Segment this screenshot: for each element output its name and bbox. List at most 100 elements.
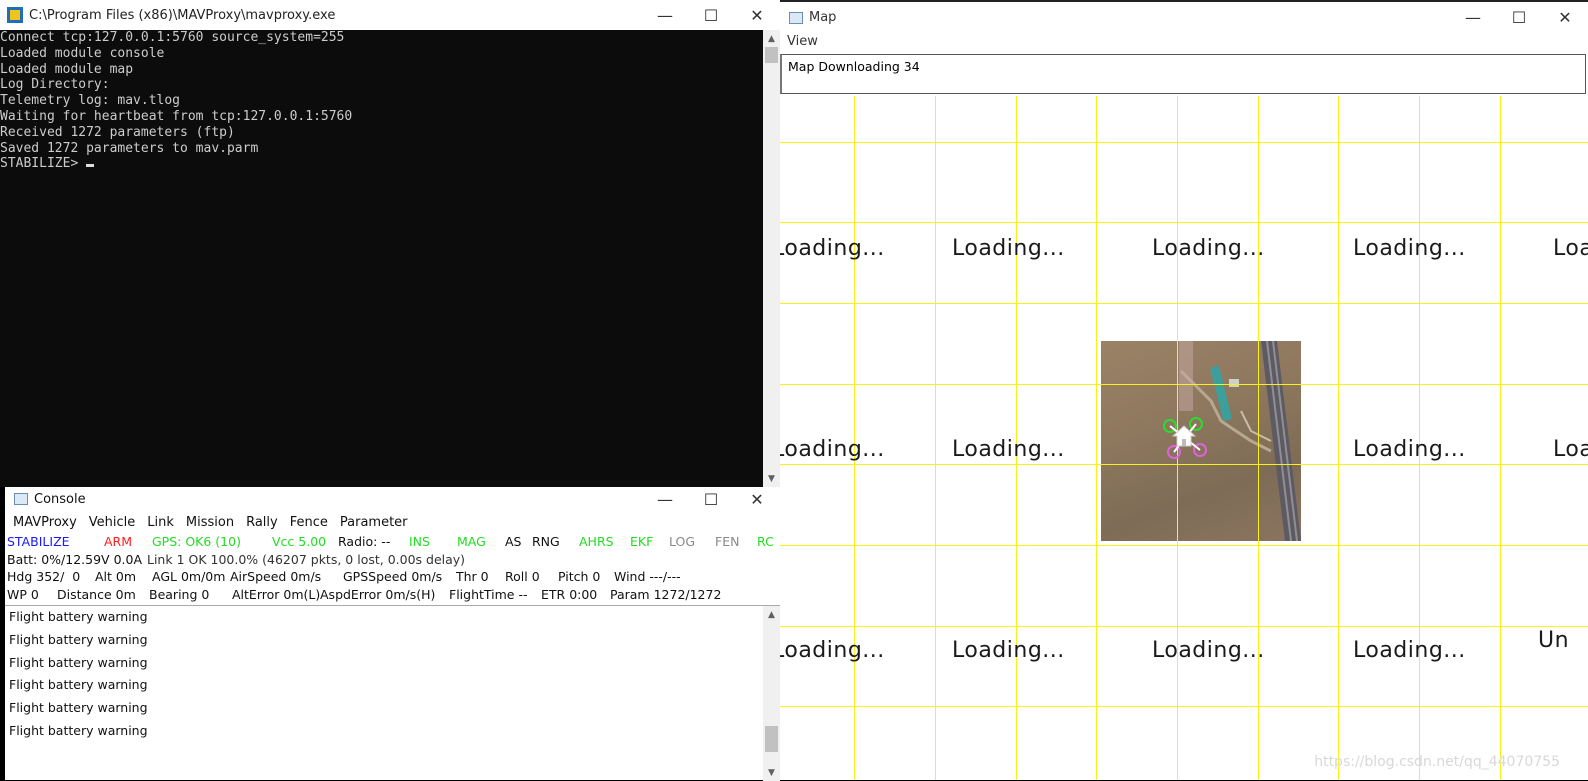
- log-message: Flight battery warning: [9, 654, 148, 670]
- status-field: Wind ---/---: [614, 569, 681, 585]
- status-field: RNG: [532, 534, 560, 549]
- menu-link[interactable]: Link: [147, 515, 174, 530]
- window-app-icon: [14, 493, 28, 505]
- map-window: Map — ☐ ✕ View Map Downloading 34 Loadin…: [780, 0, 1588, 780]
- message-log[interactable]: Flight battery warning Flight battery wa…: [5, 605, 780, 781]
- log-message: Flight battery warning: [9, 700, 148, 716]
- maximize-button[interactable]: ☐: [688, 487, 734, 511]
- menu-mission[interactable]: Mission: [186, 515, 234, 530]
- map-grid-line: [1096, 96, 1097, 780]
- vehicle-overlay[interactable]: [1160, 414, 1210, 464]
- close-button[interactable]: ✕: [1542, 3, 1588, 33]
- menu-vehicle[interactable]: Vehicle: [89, 515, 136, 530]
- map-titlebar[interactable]: Map — ☐ ✕: [780, 0, 1588, 33]
- minimize-button[interactable]: —: [642, 487, 688, 511]
- terminal-line: Loaded module map: [0, 61, 134, 77]
- map-grid-line: [780, 626, 1588, 627]
- scroll-thumb[interactable]: [765, 47, 778, 63]
- map-grid-line: [1338, 96, 1339, 780]
- map-grid-line: [780, 222, 1588, 223]
- map-title: Map: [809, 10, 837, 25]
- status-field: RC: [757, 534, 774, 549]
- status-field: AHRS: [579, 534, 614, 549]
- menu-parameter[interactable]: Parameter: [340, 515, 408, 530]
- status-field: FEN: [715, 534, 740, 549]
- terminal-title: C:\Program Files (x86)\MAVProxy\mavproxy…: [29, 7, 336, 23]
- tile-loading-label: Loading...: [1152, 638, 1265, 663]
- scroll-thumb[interactable]: [765, 726, 778, 752]
- status-field: AirSpeed 0m/s: [230, 569, 322, 585]
- map-grid-line: [780, 303, 1588, 304]
- status-field: FlightTime --: [449, 587, 528, 603]
- menu-view[interactable]: View: [787, 34, 818, 49]
- python-app-icon: [7, 7, 23, 23]
- log-message: Flight battery warning: [9, 609, 148, 624]
- minimize-button[interactable]: —: [1450, 3, 1496, 33]
- status-field: Thr 0: [456, 569, 489, 585]
- status-field: GPSSpeed 0m/s: [343, 569, 443, 585]
- status-field: AGL 0m/0m: [152, 569, 226, 585]
- terminal-scrollbar[interactable]: ▲ ▼: [763, 30, 780, 487]
- maximize-button[interactable]: ☐: [1496, 3, 1542, 33]
- status-field: Link 1 OK 100.0% (46207 pkts, 0 lost, 0.…: [147, 551, 466, 567]
- terminal-line: Log Directory:: [0, 77, 110, 93]
- minimize-button[interactable]: —: [642, 0, 688, 30]
- terminal-line: Loaded module console: [0, 45, 165, 61]
- terminal-prompt: STABILIZE>: [0, 156, 79, 172]
- console-menubar: MAVProxy Vehicle Link Mission Rally Fenc…: [5, 511, 780, 533]
- status-field: ETR 0:00: [541, 587, 598, 603]
- menu-mavproxy[interactable]: MAVProxy: [13, 515, 77, 530]
- status-field: Alt 0m: [95, 569, 137, 585]
- console-window: Console — ☐ ✕ MAVProxy Vehicle Link Miss…: [5, 487, 780, 781]
- console-titlebar[interactable]: Console — ☐ ✕: [5, 487, 780, 511]
- status-field: LOG: [669, 534, 696, 549]
- log-scrollbar[interactable]: ▲ ▼: [763, 606, 780, 781]
- menu-fence[interactable]: Fence: [290, 515, 328, 530]
- map-grid-line: [780, 545, 1588, 546]
- status-row: STABILIZE ARM GPS: OK6 (10) Vcc 5.00 Radio: …: [7, 533, 780, 551]
- close-button[interactable]: ✕: [734, 0, 780, 30]
- status-row: Hdg 352/ 0 Alt 0m AGL 0m/0m AirSpeed 0m/s GP…: [7, 568, 780, 586]
- terminal-titlebar[interactable]: C:\Program Files (x86)\MAVProxy\mavproxy…: [0, 0, 780, 30]
- status-field: ARM: [104, 534, 133, 549]
- scroll-up-icon[interactable]: ▲: [763, 30, 780, 47]
- status-panel: STABILIZE ARM GPS: OK6 (10) Vcc 5.00 Radio: …: [5, 533, 780, 604]
- scroll-down-icon[interactable]: ▼: [763, 470, 780, 487]
- terminal-line: Saved 1272 parameters to mav.parm: [0, 140, 259, 156]
- map-status: Map Downloading 34: [780, 54, 1586, 94]
- tile-loading-label: Loading...: [780, 437, 885, 462]
- tile-unavailable-label: Un: [1538, 628, 1570, 653]
- terminal-output[interactable]: Connect tcp:127.0.0.1:5760 source_system…: [0, 30, 762, 487]
- status-field: Radio: --: [338, 534, 391, 549]
- scroll-up-icon[interactable]: ▲: [763, 606, 780, 623]
- maximize-button[interactable]: ☐: [688, 0, 734, 30]
- status-field: Distance 0m: [57, 587, 136, 603]
- tile-loading-label: Loading...: [952, 638, 1065, 663]
- map-menubar: View: [780, 33, 1588, 53]
- status-field: Pitch 0: [558, 569, 601, 585]
- status-field: STABILIZE: [7, 534, 70, 549]
- status-row: WP 0 Distance 0m Bearing 0 AltError 0m(L) As…: [7, 586, 780, 604]
- status-field: Param 1272/1272: [610, 587, 722, 603]
- status-field: Batt: 0%/12.59V 0.0A: [7, 551, 143, 567]
- close-button[interactable]: ✕: [734, 487, 780, 511]
- map-grid-line: [1258, 96, 1259, 780]
- menu-rally[interactable]: Rally: [246, 515, 278, 530]
- status-field: Vcc 5.00: [272, 534, 327, 549]
- watermark-text: https://blog.csdn.net/qq_44070755: [1314, 754, 1560, 770]
- scroll-down-icon[interactable]: ▼: [763, 764, 780, 781]
- status-field: Hdg 352/ 0: [7, 569, 81, 585]
- map-grid-line: [1500, 96, 1501, 780]
- tile-loading-label: Loading...: [1353, 638, 1466, 663]
- tile-loading-label: Loading...: [1353, 437, 1466, 462]
- terminal-line: Received 1272 parameters (ftp): [0, 124, 235, 140]
- tile-loading-label: Loading...: [780, 638, 885, 663]
- tile-loading-label: Loading...: [1353, 236, 1466, 261]
- log-message: Flight battery warning: [9, 722, 148, 738]
- console-title: Console: [34, 491, 86, 507]
- status-field: GPS: OK6 (10): [152, 534, 241, 549]
- tile-loading-label: Loading...: [952, 437, 1065, 462]
- status-field: Bearing 0: [149, 587, 210, 603]
- status-field: AltError 0m(L): [232, 587, 321, 603]
- map-canvas[interactable]: Loading... Loading... Loading... Loading...…: [780, 96, 1588, 780]
